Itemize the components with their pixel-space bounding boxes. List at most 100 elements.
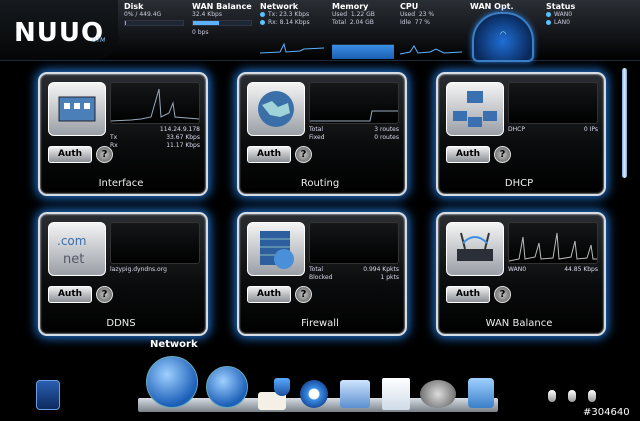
network-title: Network <box>260 2 299 11</box>
cpu-used-label: Used <box>400 11 416 18</box>
help-icon[interactable]: ? <box>96 286 113 303</box>
dhcp-graph <box>508 82 598 124</box>
cpu-graph <box>400 45 462 55</box>
ddns-graph <box>110 222 200 264</box>
help-icon[interactable]: ? <box>96 146 113 163</box>
wan-opt-title: WAN Opt. <box>470 2 514 11</box>
logout-door-icon[interactable] <box>36 380 60 410</box>
interface-ip: 114.24.9.178 <box>159 126 200 133</box>
card-label-dhcp[interactable]: DHCP <box>436 178 602 189</box>
report-chart-icon[interactable] <box>382 378 410 410</box>
memory-title: Memory <box>332 2 369 11</box>
dhcp-ips: 0 IPs <box>583 126 598 133</box>
status-title: Status <box>546 2 576 11</box>
svg-text:net: net <box>63 252 84 267</box>
auth-button[interactable]: Auth <box>247 146 291 163</box>
auth-button[interactable]: Auth <box>446 286 490 303</box>
svg-text:.com: .com <box>57 234 86 248</box>
routing-total: 3 routes <box>374 126 399 133</box>
card-label-ddns[interactable]: DDNS <box>38 318 204 329</box>
disk-usage: 0% / 449.4G <box>124 11 162 18</box>
shield-icon[interactable] <box>274 378 290 396</box>
info-key: DHCP <box>508 126 525 133</box>
memory-used-label: Used <box>332 11 348 18</box>
reference-id: #304640 <box>583 407 630 418</box>
wan-balance-graph <box>508 222 598 264</box>
cpu-stat[interactable]: CPU Used 23 % Idle 77 % <box>400 2 464 56</box>
help-icon[interactable]: ? <box>494 286 511 303</box>
routing-fixed: 0 routes <box>374 134 399 141</box>
gauge-needle-icon: ◠ <box>499 30 507 38</box>
status-item-lan0: LAN0 <box>554 19 570 26</box>
network-globe-icon[interactable] <box>146 356 198 408</box>
help-icon[interactable]: ? <box>295 146 312 163</box>
firewall-graph <box>309 222 399 264</box>
network-graph <box>260 42 324 54</box>
logo-area: NUUO UTM <box>0 0 118 60</box>
interface-tx: 33.67 Kbps <box>166 134 200 141</box>
server-icon[interactable] <box>340 380 370 408</box>
info-key: Total <box>309 126 324 133</box>
router-icon <box>446 222 504 276</box>
cpu-used: 23 % <box>418 11 435 18</box>
auth-button[interactable]: Auth <box>446 146 490 163</box>
security-globe-icon[interactable] <box>206 366 248 408</box>
network-stat[interactable]: Network Tx: 23.3 Kbps Rx: 8.14 Kbps <box>260 2 328 56</box>
wan-balance-rate: 32.4 Kbps <box>192 11 222 18</box>
interface-traffic-graph <box>110 82 200 124</box>
wan-balance-bar <box>192 20 252 26</box>
dot-com-net-icon: .com net <box>48 222 106 276</box>
network-card-icon <box>48 82 106 136</box>
globe-map-icon <box>247 82 305 136</box>
ddns-hostname: lazypig.dyndns.org <box>110 266 167 273</box>
memory-total-label: Total <box>332 19 347 26</box>
help-icon[interactable]: ? <box>295 286 312 303</box>
cpu-title: CPU <box>400 2 419 11</box>
firewall-total: 0.994 Kpkts <box>363 266 399 273</box>
auth-button[interactable]: Auth <box>48 286 92 303</box>
wan-balance-rate: 44.85 Kbps <box>564 266 598 273</box>
card-label-interface[interactable]: Interface <box>38 178 204 189</box>
gears-icon[interactable] <box>420 380 456 408</box>
wan-opt-gauge[interactable]: ◠ <box>472 12 534 62</box>
wan-balance-stat[interactable]: WAN Balance 32.4 Kbps 0 bps <box>192 2 252 56</box>
view-toggle-icon[interactable] <box>548 390 556 402</box>
cpu-idle-label: Idle <box>400 19 411 26</box>
brand-logo-sub: UTM <box>92 37 106 44</box>
memory-graph <box>332 44 394 59</box>
status-dot-icon <box>546 12 551 17</box>
dock-title: Network <box>150 339 198 350</box>
help-icon[interactable]: ? <box>494 146 511 163</box>
disk-title: Disk <box>124 2 144 11</box>
view-toggle-icon[interactable] <box>568 390 576 402</box>
disk-stat[interactable]: Disk 0% / 449.4G <box>124 2 184 56</box>
info-key: Tx <box>110 134 118 141</box>
auth-button[interactable]: Auth <box>247 286 291 303</box>
brand-logo: NUUO <box>14 18 105 48</box>
auth-button[interactable]: Auth <box>48 146 92 163</box>
firewall-blocked: 1 pkts <box>380 274 400 281</box>
memory-used: 1.22 GB <box>350 11 375 18</box>
view-toggle-icon[interactable] <box>588 390 596 402</box>
wireless-icon[interactable] <box>300 380 328 408</box>
computers-network-icon <box>446 82 504 136</box>
card-label-wan-balance[interactable]: WAN Balance <box>436 318 602 329</box>
card-label-firewall[interactable]: Firewall <box>237 318 403 329</box>
wan-balance-title: WAN Balance <box>192 2 252 11</box>
info-key: WAN0 <box>508 266 527 273</box>
memory-stat[interactable]: Memory Used 1.22 GB Total 2.04 GB <box>332 2 396 59</box>
network-tx: Tx: 23.3 Kbps <box>268 11 310 18</box>
memory-total: 2.04 GB <box>349 19 374 26</box>
status-stat[interactable]: Status WAN0 LAN0 <box>546 2 606 56</box>
info-key: Blocked <box>309 274 333 281</box>
routing-graph <box>309 82 399 124</box>
disk-usage-bar <box>124 20 184 26</box>
interface-rx: 11.17 Kbps <box>166 142 200 149</box>
vertical-scrollbar[interactable] <box>622 68 627 178</box>
puzzle-icon[interactable] <box>468 378 494 408</box>
info-key: Total <box>309 266 324 273</box>
card-label-routing[interactable]: Routing <box>237 178 403 189</box>
firewall-globe-icon <box>247 222 305 276</box>
wan-balance-line2: 0 bps <box>192 29 209 36</box>
info-key: Fixed <box>309 134 325 141</box>
